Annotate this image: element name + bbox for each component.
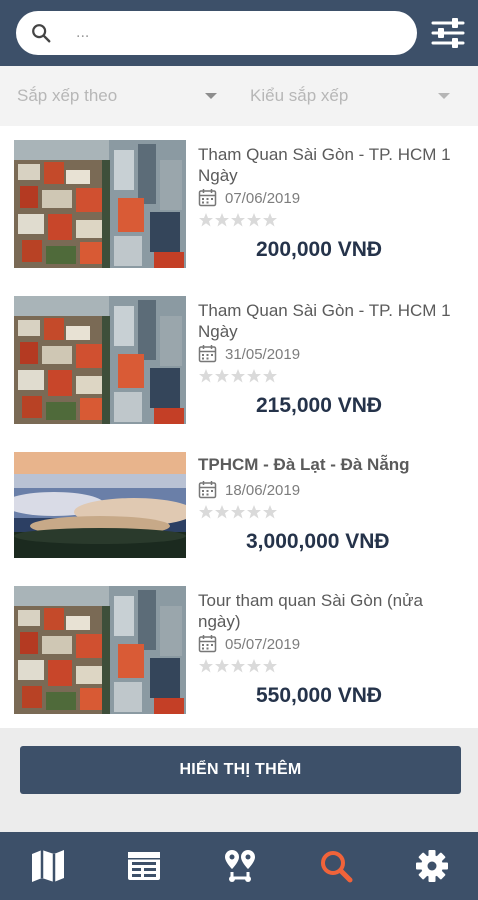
filter-settings-icon[interactable]: [430, 16, 466, 50]
star-icon: [230, 504, 246, 520]
calendar-icon: [198, 481, 217, 499]
tour-price: 215,000 VNĐ: [256, 394, 383, 417]
rating-stars: [198, 212, 278, 230]
tour-date-text: 07/06/2019: [225, 190, 301, 207]
star-icon: [198, 212, 214, 228]
star-icon: [246, 368, 262, 384]
map-icon: [32, 850, 64, 882]
caret-down-icon: [205, 93, 217, 99]
star-icon: [214, 212, 230, 228]
tour-price: 550,000 VNĐ: [256, 684, 383, 707]
top-bar: [0, 0, 478, 66]
star-icon: [246, 658, 262, 674]
sort-by-dropdown[interactable]: Sắp xếp theo: [17, 84, 223, 108]
tour-title: Tham Quan Sài Gòn - TP. HCM 1 Ngày: [198, 301, 451, 341]
tour-card[interactable]: Tour tham quan Sài Gòn (nửa ngày) 05/07/…: [0, 584, 478, 734]
tour-price: 3,000,000 VNĐ: [246, 530, 390, 553]
gear-icon: [416, 850, 448, 882]
star-icon: [230, 658, 246, 674]
sort-type-label: Kiểu sắp xếp: [250, 86, 349, 105]
star-icon: [246, 212, 262, 228]
search-icon: [321, 851, 353, 883]
tour-price: 200,000 VNĐ: [256, 238, 383, 261]
search-input[interactable]: [76, 19, 406, 47]
star-icon: [262, 658, 278, 674]
rating-stars: [198, 504, 278, 522]
tour-card[interactable]: Tham Quan Sài Gòn - TP. HCM 1 Ngày 31/05…: [0, 294, 478, 444]
calendar-icon: [198, 189, 217, 207]
route-icon: [225, 850, 255, 882]
calendar-list-icon: [128, 852, 160, 880]
tour-title: TPHCM - Đà Lạt - Đà Nẵng: [198, 455, 410, 474]
sort-by-label: Sắp xếp theo: [17, 86, 118, 105]
sort-bar: Sắp xếp theo Kiểu sắp xếp: [0, 66, 478, 126]
star-icon: [214, 504, 230, 520]
tour-image: [14, 586, 186, 714]
nav-search[interactable]: [288, 832, 384, 900]
tour-card[interactable]: Tham Quan Sài Gòn - TP. HCM 1 Ngày 07/06…: [0, 138, 478, 288]
tour-card[interactable]: TPHCM - Đà Lạt - Đà Nẵng 18/06/2019 3,00…: [0, 448, 478, 598]
calendar-icon: [198, 635, 217, 653]
star-icon: [262, 504, 278, 520]
star-icon: [230, 212, 246, 228]
sort-type-dropdown[interactable]: Kiểu sắp xếp: [250, 84, 456, 108]
star-icon: [198, 658, 214, 674]
search-icon: [32, 24, 51, 43]
nav-settings[interactable]: [384, 832, 478, 900]
tour-image: [14, 296, 186, 424]
search-box[interactable]: [16, 11, 417, 55]
star-icon: [198, 368, 214, 384]
tour-list: Tham Quan Sài Gòn - TP. HCM 1 Ngày 07/06…: [0, 126, 478, 728]
tour-date-text: 31/05/2019: [225, 346, 301, 363]
star-icon: [214, 658, 230, 674]
show-more-button[interactable]: HIỂN THỊ THÊM: [20, 746, 461, 794]
calendar-icon: [198, 345, 217, 363]
show-more-area: HIỂN THỊ THÊM: [0, 728, 478, 832]
star-icon: [262, 368, 278, 384]
tour-title: Tham Quan Sài Gòn - TP. HCM 1 Ngày: [198, 145, 451, 185]
star-icon: [198, 504, 214, 520]
nav-route[interactable]: [192, 832, 288, 900]
tour-date-text: 18/06/2019: [225, 482, 301, 499]
bottom-nav: [0, 832, 478, 900]
tour-image: [14, 452, 186, 558]
rating-stars: [198, 658, 278, 676]
caret-down-icon: [438, 93, 450, 99]
tour-title: Tour tham quan Sài Gòn (nửa ngày): [198, 591, 423, 631]
tour-image: [14, 140, 186, 268]
tour-date-text: 05/07/2019: [225, 636, 301, 653]
star-icon: [214, 368, 230, 384]
nav-map[interactable]: [0, 832, 96, 900]
rating-stars: [198, 368, 278, 386]
star-icon: [262, 212, 278, 228]
star-icon: [246, 504, 262, 520]
nav-schedule[interactable]: [96, 832, 192, 900]
star-icon: [230, 368, 246, 384]
